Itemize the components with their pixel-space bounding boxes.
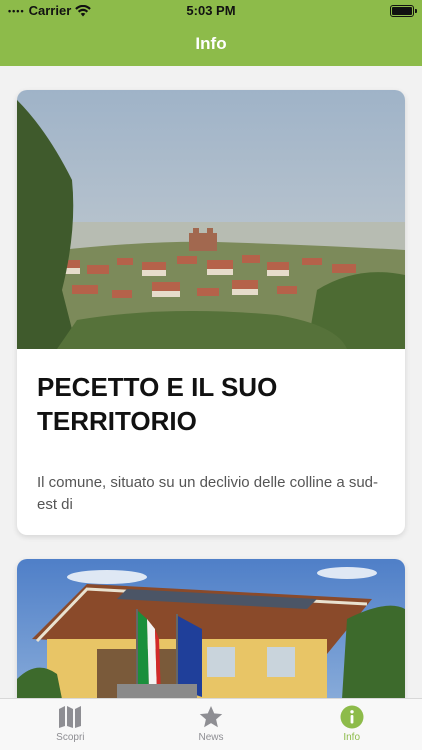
tab-bar: Scopri News Info (0, 698, 422, 750)
info-card[interactable] (17, 559, 405, 698)
tab-label: Info (343, 732, 361, 743)
tab-info[interactable]: Info (281, 699, 422, 750)
status-bar: •••• Carrier 5:03 PM (0, 0, 422, 22)
tab-scopri[interactable]: Scopri (0, 699, 141, 750)
card-description: Il comune, situato su un declivio delle … (37, 474, 379, 513)
card-image (17, 90, 405, 349)
card-title: PECETTO E IL SUO TERRITORIO (37, 372, 278, 436)
info-card[interactable]: PECETTO E IL SUO TERRITORIO Il comune, s… (17, 90, 405, 535)
clock: 5:03 PM (186, 3, 236, 18)
battery-icon (390, 5, 417, 17)
page-title: Info (195, 34, 227, 53)
info-icon (340, 705, 364, 729)
content-scroll[interactable]: PECETTO E IL SUO TERRITORIO Il comune, s… (0, 66, 422, 698)
tab-label: News (198, 732, 224, 743)
map-icon (59, 706, 82, 728)
navigation-bar: Info (0, 22, 422, 66)
star-icon (199, 706, 223, 728)
tab-news[interactable]: News (141, 699, 282, 750)
card-image (17, 559, 405, 698)
tab-label: Scopri (56, 732, 85, 743)
